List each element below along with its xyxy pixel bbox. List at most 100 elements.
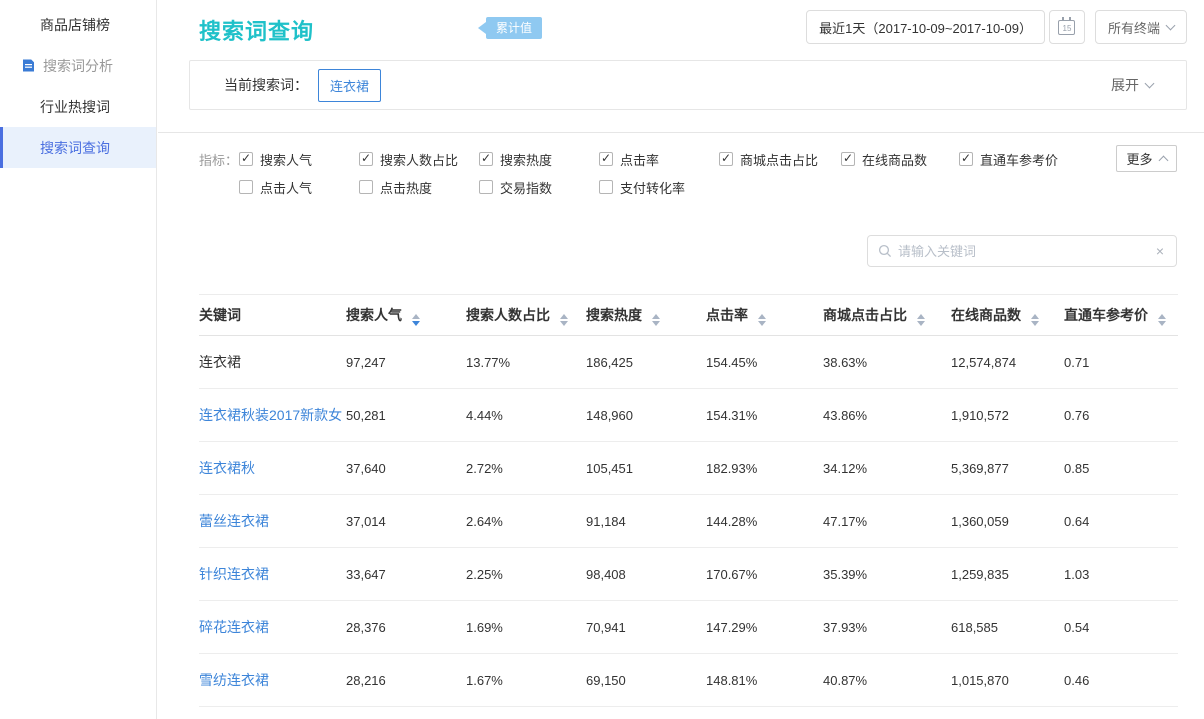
sidebar-section-search-term-analysis[interactable]: 搜索词分析 [0,45,156,86]
table-cell: 0.76 [1064,389,1178,442]
metric-checkbox-searcher-ratio[interactable]: 搜索人数占比 [359,150,479,169]
metric-checkbox-transaction-index[interactable]: 交易指数 [479,178,599,197]
metrics-row-1: 指标： 搜索人气 搜索人数占比 搜索热度 点击率 商城点击占比 [199,145,1204,173]
table-cell: 70,941 [586,601,706,654]
more-button[interactable]: 更多 [1116,145,1177,172]
expand-label: 展开 [1111,75,1139,95]
search-terms-table: 关键词 搜索人气 搜索人数占比 搜索热度 点击率 [199,294,1177,707]
metric-checkbox-search-popularity[interactable]: 搜索人气 [239,150,359,169]
table-cell: 37,640 [346,442,466,495]
table-cell: 40.87% [823,654,951,707]
keyword-cell: 针织连衣裙 [199,548,346,601]
clear-icon[interactable]: × [1154,243,1166,259]
sidebar-item-industry-hot-search[interactable]: 行业热搜词 [0,86,156,127]
table-cell: 37,014 [346,495,466,548]
sidebar-item-search-term-query[interactable]: 搜索词查询 [0,127,156,168]
keyword-cell: 碎花连衣裙 [199,601,346,654]
metric-checkbox-ztc-reference-price[interactable]: 直通车参考价 [959,150,1079,169]
checkbox-unchecked-icon [599,180,613,194]
table-cell: 0.71 [1064,336,1178,389]
keyword-search-input[interactable] [898,244,1154,259]
keyword-link[interactable]: 针织连衣裙 [199,566,269,582]
column-header-ztc-reference-price[interactable]: 直通车参考价 [1064,295,1178,336]
keyword-link[interactable]: 连衣裙秋 [199,460,255,476]
table-cell: 47.17% [823,495,951,548]
table-cell: 50,281 [346,389,466,442]
sort-icon[interactable] [652,314,660,326]
column-header-mall-click-ratio[interactable]: 商城点击占比 [823,295,951,336]
table-cell: 148,960 [586,389,706,442]
column-header-search-popularity[interactable]: 搜索人气 [346,295,466,336]
terminal-dropdown[interactable]: 所有终端 [1095,10,1187,44]
sort-icon[interactable] [917,314,925,326]
column-header-search-heat[interactable]: 搜索热度 [586,295,706,336]
column-header-online-products[interactable]: 在线商品数 [951,295,1064,336]
metrics-panel: 指标： 搜索人气 搜索人数占比 搜索热度 点击率 商城点击占比 [158,133,1204,201]
keyword-link[interactable]: 雪纺连衣裙 [199,672,269,688]
keyword-cell: 雪纺连衣裙 [199,654,346,707]
expand-button[interactable]: 展开 [1111,75,1153,95]
column-header-keyword: 关键词 [199,295,346,336]
sort-icon[interactable] [758,314,766,326]
table-cell: 154.31% [706,389,823,442]
sort-icon[interactable] [412,314,420,326]
checkbox-unchecked-icon [239,180,253,194]
table-cell: 0.64 [1064,495,1178,548]
table-cell: 186,425 [586,336,706,389]
table-cell: 618,585 [951,601,1064,654]
cumulative-badge: 累计值 [478,17,542,39]
table-cell: 1,259,835 [951,548,1064,601]
metric-checkbox-click-heat[interactable]: 点击热度 [359,178,479,197]
column-header-click-rate[interactable]: 点击率 [706,295,823,336]
metric-checkbox-payment-conversion[interactable]: 支付转化率 [599,178,719,197]
checkbox-checked-icon [479,152,493,166]
calendar-button[interactable]: 15 [1049,10,1085,44]
sort-icon[interactable] [560,314,568,326]
search-icon [878,244,892,258]
date-range-button[interactable]: 最近1天（2017-10-09~2017-10-09） [806,10,1045,44]
metric-checkbox-click-rate[interactable]: 点击率 [599,150,719,169]
table-cell: 28,216 [346,654,466,707]
table-cell: 170.67% [706,548,823,601]
date-range-label: 最近1天（2017-10-09~2017-10-09） [819,18,1032,37]
table-cell: 1.03 [1064,548,1178,601]
table-row: 蕾丝连衣裙 37,014 2.64% 91,184 144.28% 47.17%… [199,495,1178,548]
badge-arrow-icon [478,22,486,34]
table-cell: 148.81% [706,654,823,707]
sort-icon[interactable] [1031,314,1039,326]
table-row: 碎花连衣裙 28,376 1.69% 70,941 147.29% 37.93%… [199,601,1178,654]
keyword-link[interactable]: 蕾丝连衣裙 [199,513,269,529]
sort-icon[interactable] [1158,314,1166,326]
table-cell: 28,376 [346,601,466,654]
checkbox-checked-icon [239,152,253,166]
keyword-link[interactable]: 连衣裙秋装2017新款女 [199,407,342,423]
checkbox-checked-icon [959,152,973,166]
terminal-dropdown-label: 所有终端 [1108,18,1160,37]
table-cell: 1,015,870 [951,654,1064,707]
keyword-link[interactable]: 碎花连衣裙 [199,619,269,635]
checkbox-checked-icon [719,152,733,166]
badge-label: 累计值 [486,17,542,39]
keyword-chip[interactable]: 连衣裙 [318,69,381,102]
keyword-cell: 连衣裙秋装2017新款女 [199,389,346,442]
keyword-cell: 连衣裙 [199,336,346,389]
sidebar: 商品店铺榜 搜索词分析 行业热搜词 搜索词查询 [0,0,157,719]
table-cell: 4.44% [466,389,586,442]
table-cell: 1,910,572 [951,389,1064,442]
metric-checkbox-mall-click-ratio[interactable]: 商城点击占比 [719,150,841,169]
table-cell: 1,360,059 [951,495,1064,548]
metric-checkbox-online-products[interactable]: 在线商品数 [841,150,959,169]
sidebar-item-label: 搜索词分析 [43,56,113,76]
chevron-down-icon [1145,79,1155,89]
column-header-searcher-ratio[interactable]: 搜索人数占比 [466,295,586,336]
table-cell: 37.93% [823,601,951,654]
sidebar-item-product-shop-ranking[interactable]: 商品店铺榜 [0,4,156,45]
table-cell: 144.28% [706,495,823,548]
calendar-icon: 15 [1058,20,1075,35]
metric-checkbox-click-popularity[interactable]: 点击人气 [239,178,359,197]
table-cell: 98,408 [586,548,706,601]
table-row: 连衣裙 97,247 13.77% 186,425 154.45% 38.63%… [199,336,1178,389]
metric-checkbox-search-heat[interactable]: 搜索热度 [479,150,599,169]
sidebar-item-label: 搜索词查询 [40,138,110,158]
table-cell: 13.77% [466,336,586,389]
